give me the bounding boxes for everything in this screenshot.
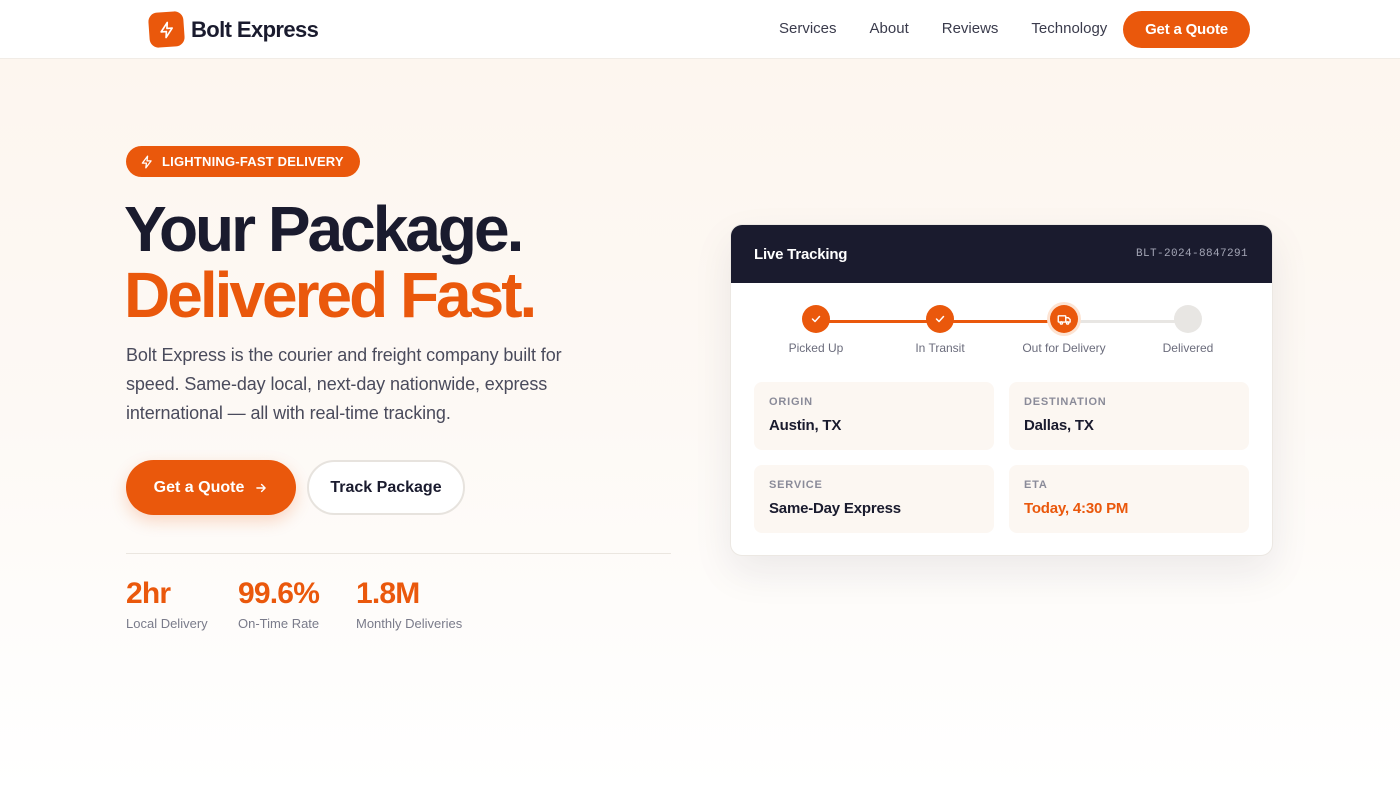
stats-divider	[126, 553, 671, 554]
check-icon	[802, 305, 830, 333]
nav-link-reviews[interactable]: Reviews	[942, 20, 999, 37]
live-tracking-card: Live Tracking BLT-2024-8847291 Picked Up…	[730, 224, 1273, 556]
brand-name: Bolt Express	[191, 16, 319, 42]
get-quote-button[interactable]: Get a Quote	[126, 460, 296, 515]
nav-get-quote-button[interactable]: Get a Quote	[1123, 11, 1250, 48]
check-icon	[926, 305, 954, 333]
eta-info: ETA Today, 4:30 PM	[1009, 465, 1249, 533]
stat-label: Local Delivery	[126, 616, 208, 631]
hero-badge: LIGHTNING-FAST DELIVERY	[126, 146, 360, 177]
step-label: Picked Up	[788, 341, 844, 355]
lightning-bolt-icon	[141, 155, 152, 168]
arrow-right-icon	[254, 481, 268, 495]
stat-value: 2hr	[126, 577, 171, 610]
step-delivered: Delivered	[1128, 305, 1248, 355]
destination-info: DESTINATION Dallas, TX	[1009, 382, 1249, 450]
info-value: Today, 4:30 PM	[1024, 500, 1129, 517]
stat-label: On-Time Rate	[238, 616, 320, 631]
top-nav: Bolt Express Services About Reviews Tech…	[0, 0, 1400, 59]
service-info: SERVICE Same-Day Express	[754, 465, 994, 533]
nav-links: Services About Reviews Technology	[779, 20, 1140, 37]
stat-local-delivery: 2hr Local Delivery	[126, 576, 208, 631]
step-label: In Transit	[915, 341, 965, 355]
stat-value: 1.8M	[356, 577, 420, 610]
step-out-for-delivery: Out for Delivery	[1004, 305, 1124, 355]
info-label: SERVICE	[769, 479, 823, 491]
info-value: Austin, TX	[769, 417, 842, 434]
step-in-transit: In Transit	[880, 305, 1000, 355]
info-label: ETA	[1024, 479, 1048, 491]
tracking-card-title: Live Tracking	[754, 245, 848, 263]
info-label: DESTINATION	[1024, 396, 1107, 408]
stat-label: Monthly Deliveries	[356, 616, 463, 631]
info-value: Same-Day Express	[769, 500, 901, 517]
info-value: Dallas, TX	[1024, 417, 1094, 434]
stat-on-time-rate: 99.6% On-Time Rate	[238, 576, 320, 631]
nav-link-technology[interactable]: Technology	[1031, 20, 1107, 37]
headline-line-2: Delivered Fast.	[124, 259, 537, 331]
tracking-id: BLT-2024-8847291	[1135, 248, 1248, 260]
headline-line-1: Your Package.	[124, 193, 524, 265]
stat-value: 99.6%	[238, 577, 320, 610]
tracking-progress: Picked Up In Transit Out for Delivery De…	[731, 283, 1272, 381]
origin-info: ORIGIN Austin, TX	[754, 382, 994, 450]
nav-link-services[interactable]: Services	[779, 20, 837, 37]
step-label: Delivered	[1162, 341, 1214, 355]
step-picked-up: Picked Up	[756, 305, 876, 355]
info-label: ORIGIN	[769, 396, 813, 408]
track-package-button[interactable]: Track Package	[307, 460, 465, 515]
hero-description: Bolt Express is the courier and freight …	[126, 345, 562, 423]
stat-monthly-deliveries: 1.8M Monthly Deliveries	[356, 576, 462, 631]
lightning-bolt-icon	[147, 10, 186, 49]
nav-link-about[interactable]: About	[870, 20, 909, 37]
truck-icon	[1050, 305, 1078, 333]
tracking-card-header: Live Tracking BLT-2024-8847291	[731, 225, 1272, 283]
hero-badge-label: LIGHTNING-FAST DELIVERY	[162, 154, 344, 169]
get-quote-label: Get a Quote	[153, 478, 245, 496]
step-label: Out for Delivery	[1022, 341, 1106, 355]
logo[interactable]: Bolt Express	[147, 10, 319, 49]
pending-dot	[1174, 305, 1202, 333]
hero-headline: Your Package. Delivered Fast.	[124, 193, 537, 331]
